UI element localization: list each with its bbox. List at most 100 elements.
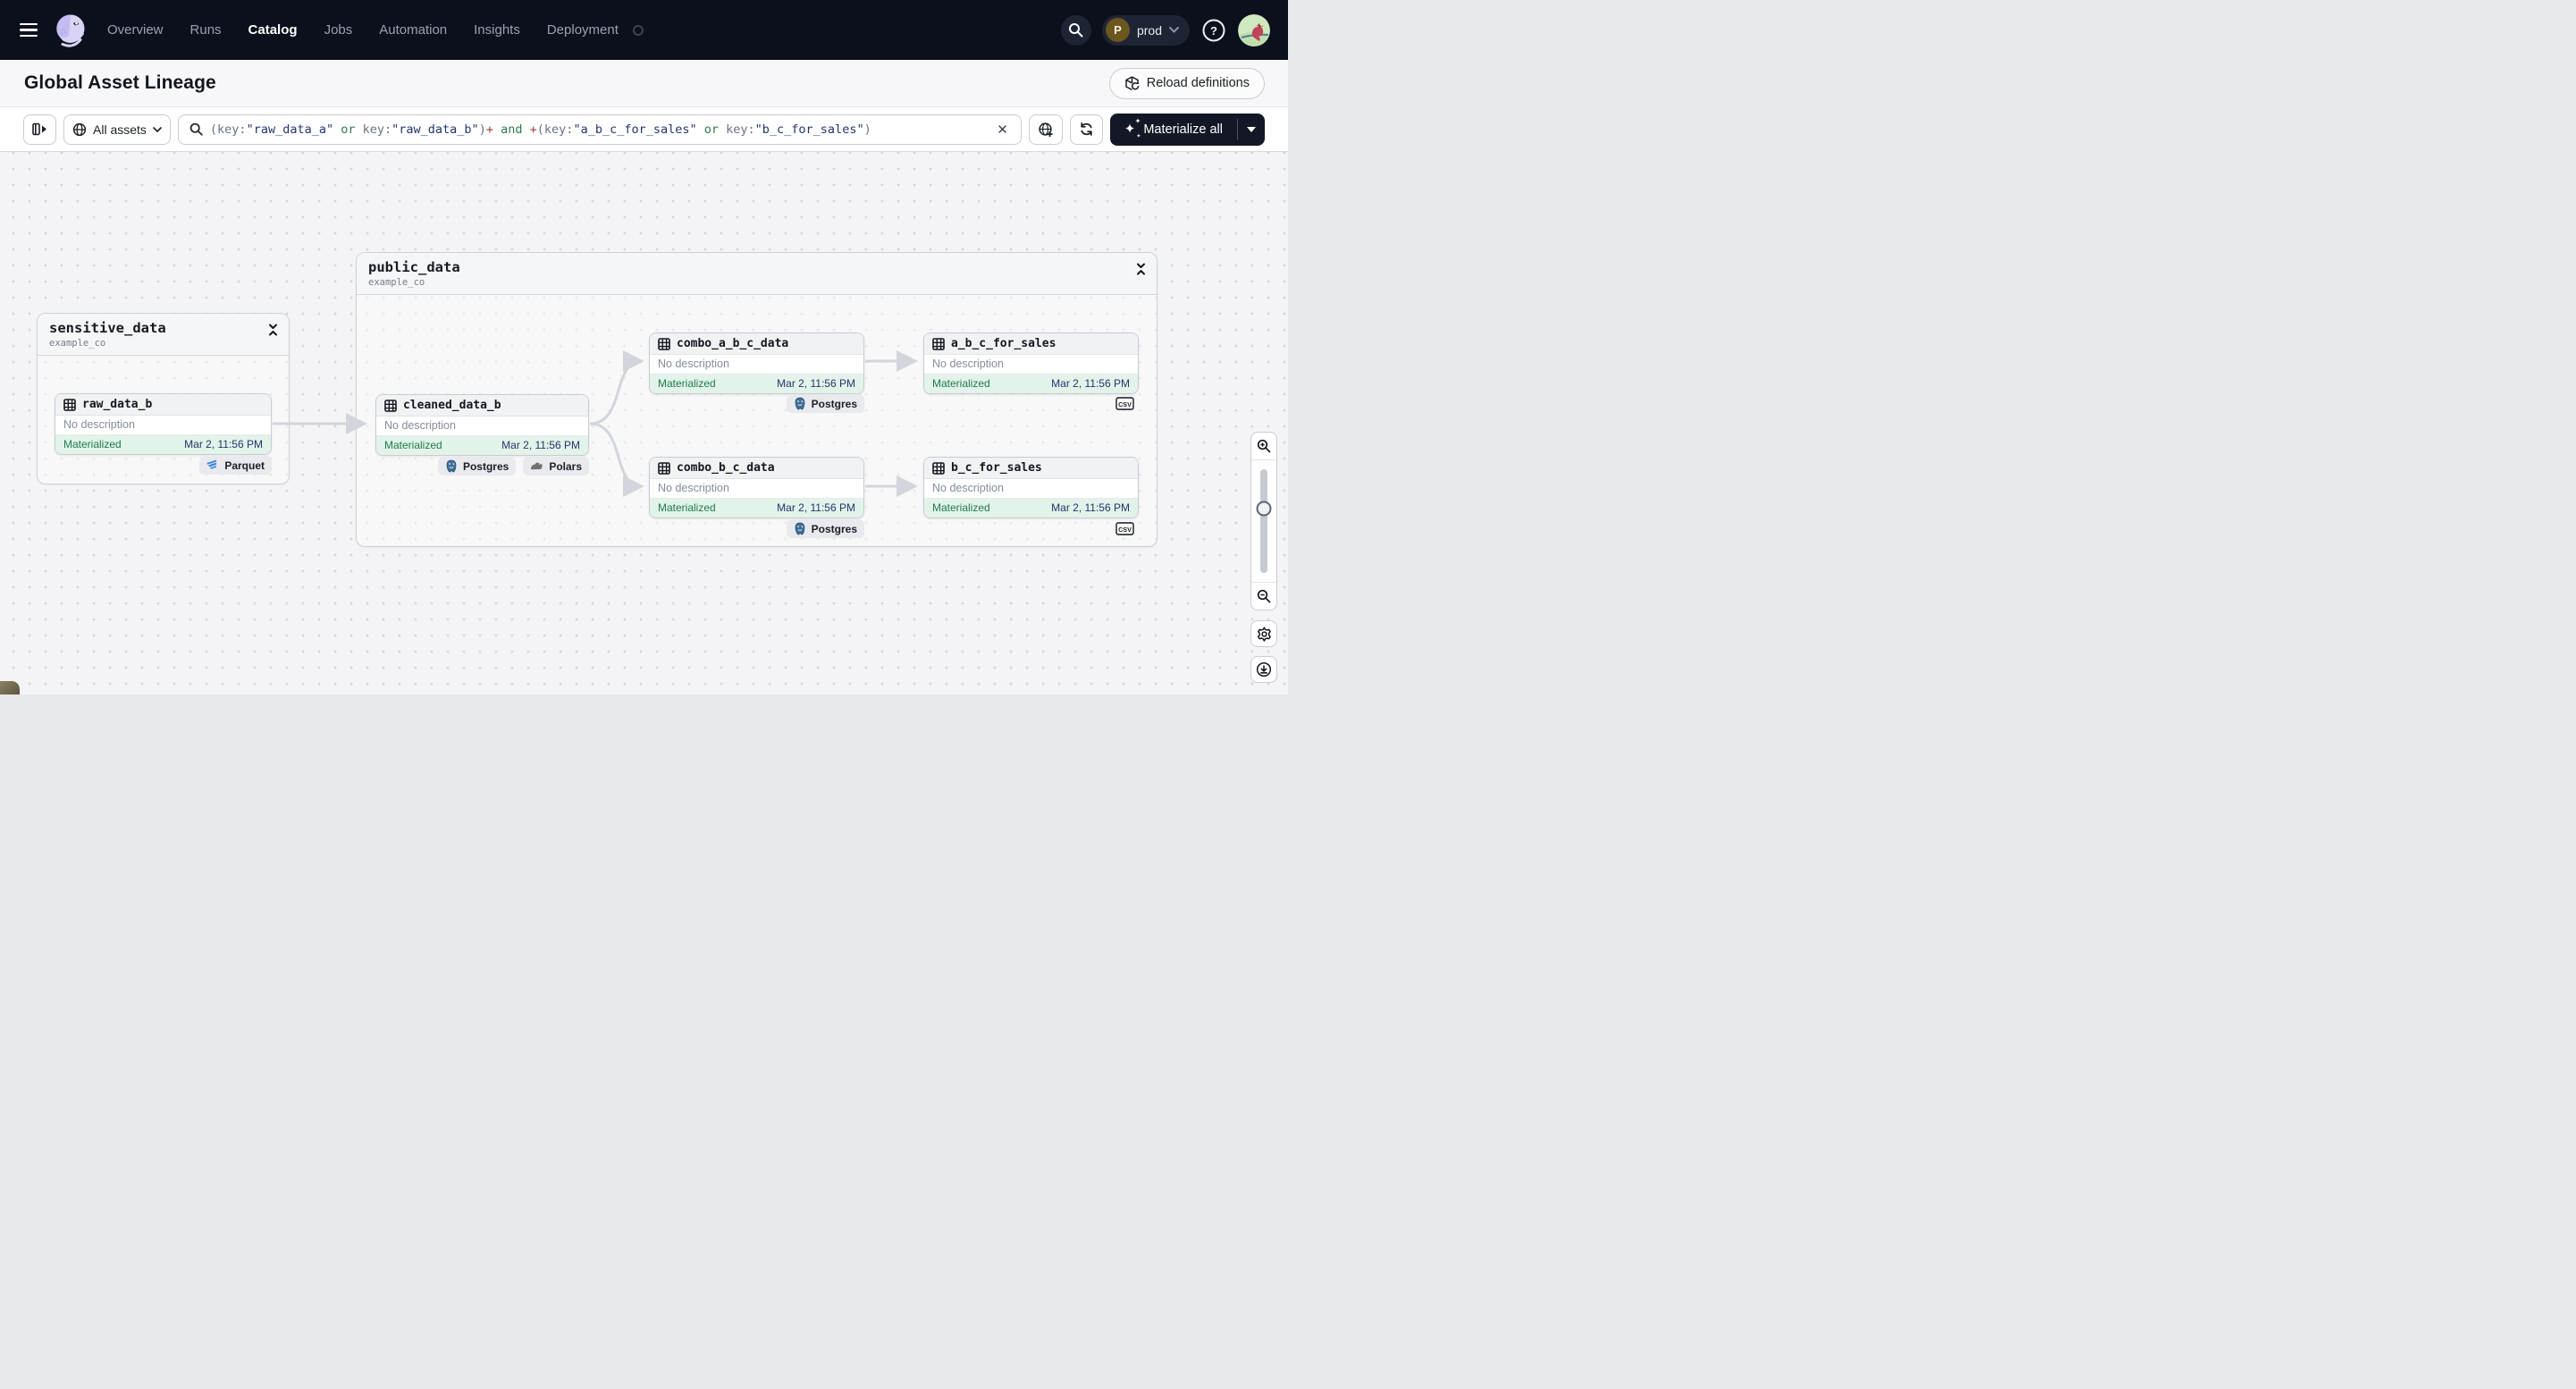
svg-text:?: ? [1210,24,1217,38]
magnifier-icon [189,122,203,136]
environment-switcher[interactable]: P prod [1101,14,1190,46]
materialization-timestamp[interactable]: Mar 2, 11:56 PM [777,377,855,390]
materialization-timestamp[interactable]: Mar 2, 11:56 PM [184,438,263,450]
csv-icon: CSV [1115,522,1134,535]
materialize-all-split-button: ✦ ✦ ✦ Materialize all [1109,113,1265,146]
table-icon [658,337,670,350]
toggle-sidebar-button[interactable] [23,114,56,145]
asset-scope-label: All assets [93,122,147,137]
asset-name: combo_a_b_c_data [677,337,789,350]
polars-icon [531,462,543,470]
zoom-in-icon [1257,439,1271,453]
kind-badge-csv[interactable]: CSV [1111,519,1139,538]
refresh-button[interactable] [1069,114,1103,145]
asset-scope-dropdown[interactable]: All assets [63,114,171,145]
collapse-icon[interactable] [268,321,278,341]
reload-cube-icon [1124,75,1140,90]
environment-name: prod [1136,22,1162,38]
group-title: sensitive_data [49,320,166,336]
group-subtitle: example_co [368,276,425,288]
nav-item-jobs[interactable]: Jobs [324,22,353,38]
asset-description: No description [376,417,588,436]
chevron-down-icon [153,126,162,132]
status-badge: Materialized [932,501,990,514]
svg-text:CSV: CSV [1118,400,1132,408]
nav-item-insights[interactable]: Insights [474,22,520,38]
panel-toggle-icon [32,122,46,136]
status-badge: Materialized [63,438,122,450]
materialization-timestamp[interactable]: Mar 2, 11:56 PM [501,439,580,451]
materialization-timestamp[interactable]: Mar 2, 11:56 PM [1051,501,1130,514]
asset-description: No description [924,479,1138,499]
top-nav: Overview Runs Catalog Jobs Automation In… [0,0,1288,60]
new-scope-button[interactable] [1028,114,1063,145]
nav-item-overview[interactable]: Overview [107,22,164,38]
asset-description: No description [650,479,863,499]
materialize-all-button[interactable]: ✦ ✦ ✦ Materialize all [1110,114,1237,146]
minimap[interactable] [0,681,20,694]
asset-node-combo-a-b-c-data[interactable]: combo_a_b_c_data No description Material… [649,333,864,394]
user-avatar[interactable] [1238,13,1270,46]
clear-query-icon[interactable]: ✕ [995,122,1010,138]
materialization-timestamp[interactable]: Mar 2, 11:56 PM [777,501,855,514]
materialization-timestamp[interactable]: Mar 2, 11:56 PM [1051,377,1130,390]
search-icon [1069,23,1083,38]
nav-right-cluster: P prod ? [1060,13,1270,46]
postgres-icon [795,522,804,535]
parquet-icon [206,459,217,469]
postgres-icon [795,397,804,410]
svg-text:CSV: CSV [1118,526,1132,534]
zoom-out-icon [1257,589,1271,603]
status-badge: Materialized [658,377,716,390]
zoom-in-button[interactable] [1251,433,1276,459]
asset-node-a-b-c-for-sales[interactable]: a_b_c_for_sales No description Materiali… [923,333,1139,394]
environment-badge: P [1105,18,1130,42]
zoom-slider[interactable] [1251,459,1276,583]
nav-item-runs[interactable]: Runs [190,22,222,38]
query-text: (key:"raw_data_a" or key:"raw_data_b")+ … [209,122,871,137]
asset-node-raw-data-b[interactable]: raw_data_b No description Materialized Ma… [55,393,272,455]
globe-icon [72,122,87,136]
download-icon [1256,661,1272,678]
asset-node-b-c-for-sales[interactable]: b_c_for_sales No description Materialize… [923,457,1139,518]
kind-badge-polars[interactable]: Polars [523,457,589,476]
csv-icon: CSV [1115,397,1134,410]
graph-settings-button[interactable] [1250,620,1277,647]
postgres-icon [446,459,457,473]
menu-icon[interactable] [20,22,38,38]
gear-icon [1257,626,1271,642]
kind-badge-postgres[interactable]: Postgres [437,457,517,476]
dagster-logo[interactable] [52,12,89,49]
asset-node-cleaned-data-b[interactable]: cleaned_data_b No description Materializ… [375,394,589,456]
table-icon [932,461,945,475]
table-icon [384,399,397,412]
collapse-icon[interactable] [1136,260,1146,280]
asset-description: No description [924,355,1138,375]
kind-badge-postgres[interactable]: Postgres [786,394,864,413]
zoom-slider-handle[interactable] [1256,501,1272,517]
help-button[interactable]: ? [1200,17,1227,44]
status-badge: Materialized [932,377,990,390]
reload-definitions-button[interactable]: Reload definitions [1108,67,1265,99]
kind-badge-postgres[interactable]: Postgres [786,519,864,538]
download-image-button[interactable] [1250,656,1277,683]
nav-item-catalog[interactable]: Catalog [248,22,298,38]
nav-item-deployment[interactable]: Deployment [547,22,619,38]
dagster-app: Overview Runs Catalog Jobs Automation In… [0,0,1288,694]
asset-name: cleaned_data_b [403,399,501,412]
zoom-out-button[interactable] [1251,583,1276,610]
zoom-control [1250,432,1277,610]
status-badge: Materialized [384,439,442,451]
asset-name: combo_b_c_data [677,461,775,475]
lineage-canvas[interactable]: sensitive_data example_co public_data ex… [0,152,1288,694]
kind-badge-csv[interactable]: CSV [1111,394,1139,413]
materialize-options-caret[interactable] [1238,114,1265,146]
asset-node-combo-b-c-data[interactable]: combo_b_c_data No description Materializ… [649,457,864,518]
page-header: Global Asset Lineage Reload definitions [0,60,1288,107]
group-title: public_data [368,259,460,275]
nav-item-automation[interactable]: Automation [379,22,447,38]
search-button[interactable] [1060,14,1091,46]
asset-query-input[interactable]: (key:"raw_data_a" or key:"raw_data_b")+ … [177,114,1022,145]
page-title: Global Asset Lineage [24,72,216,93]
kind-badge-parquet[interactable]: Parquet [199,456,272,475]
